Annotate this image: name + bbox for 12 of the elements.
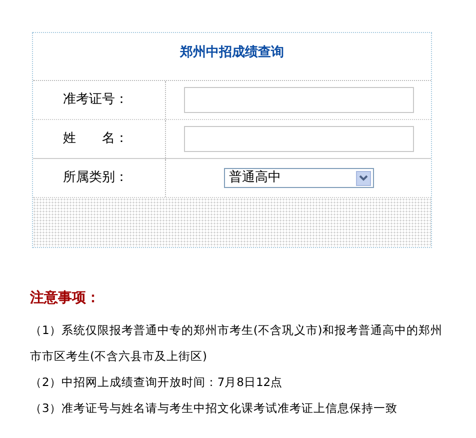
- input-field[interactable]: [184, 126, 414, 152]
- field-label: 准考证号：: [63, 91, 128, 110]
- field-label: 姓 名：: [63, 130, 128, 148]
- input-field[interactable]: [184, 87, 414, 113]
- notes-heading: 注意事项：: [30, 288, 101, 308]
- chevron-down-icon: [356, 170, 371, 186]
- category-select[interactable]: 普通高中: [224, 168, 374, 188]
- note-text: （3）准考证号与姓名请与考生中招文化课考试准考证上信息保持一致: [30, 400, 398, 417]
- form-title: 郑州中招成绩查询: [180, 44, 284, 62]
- note-text: （1）系统仅限报考普通中专的郑州市考生(不含巩义市)和报考普通高中的郑州市市区考生(不含六县市及上街区): [30, 322, 444, 365]
- field-label: 所属类别：: [63, 169, 128, 188]
- note-text: （2）中招网上成绩查询开放时间：7月8日12点: [30, 374, 284, 391]
